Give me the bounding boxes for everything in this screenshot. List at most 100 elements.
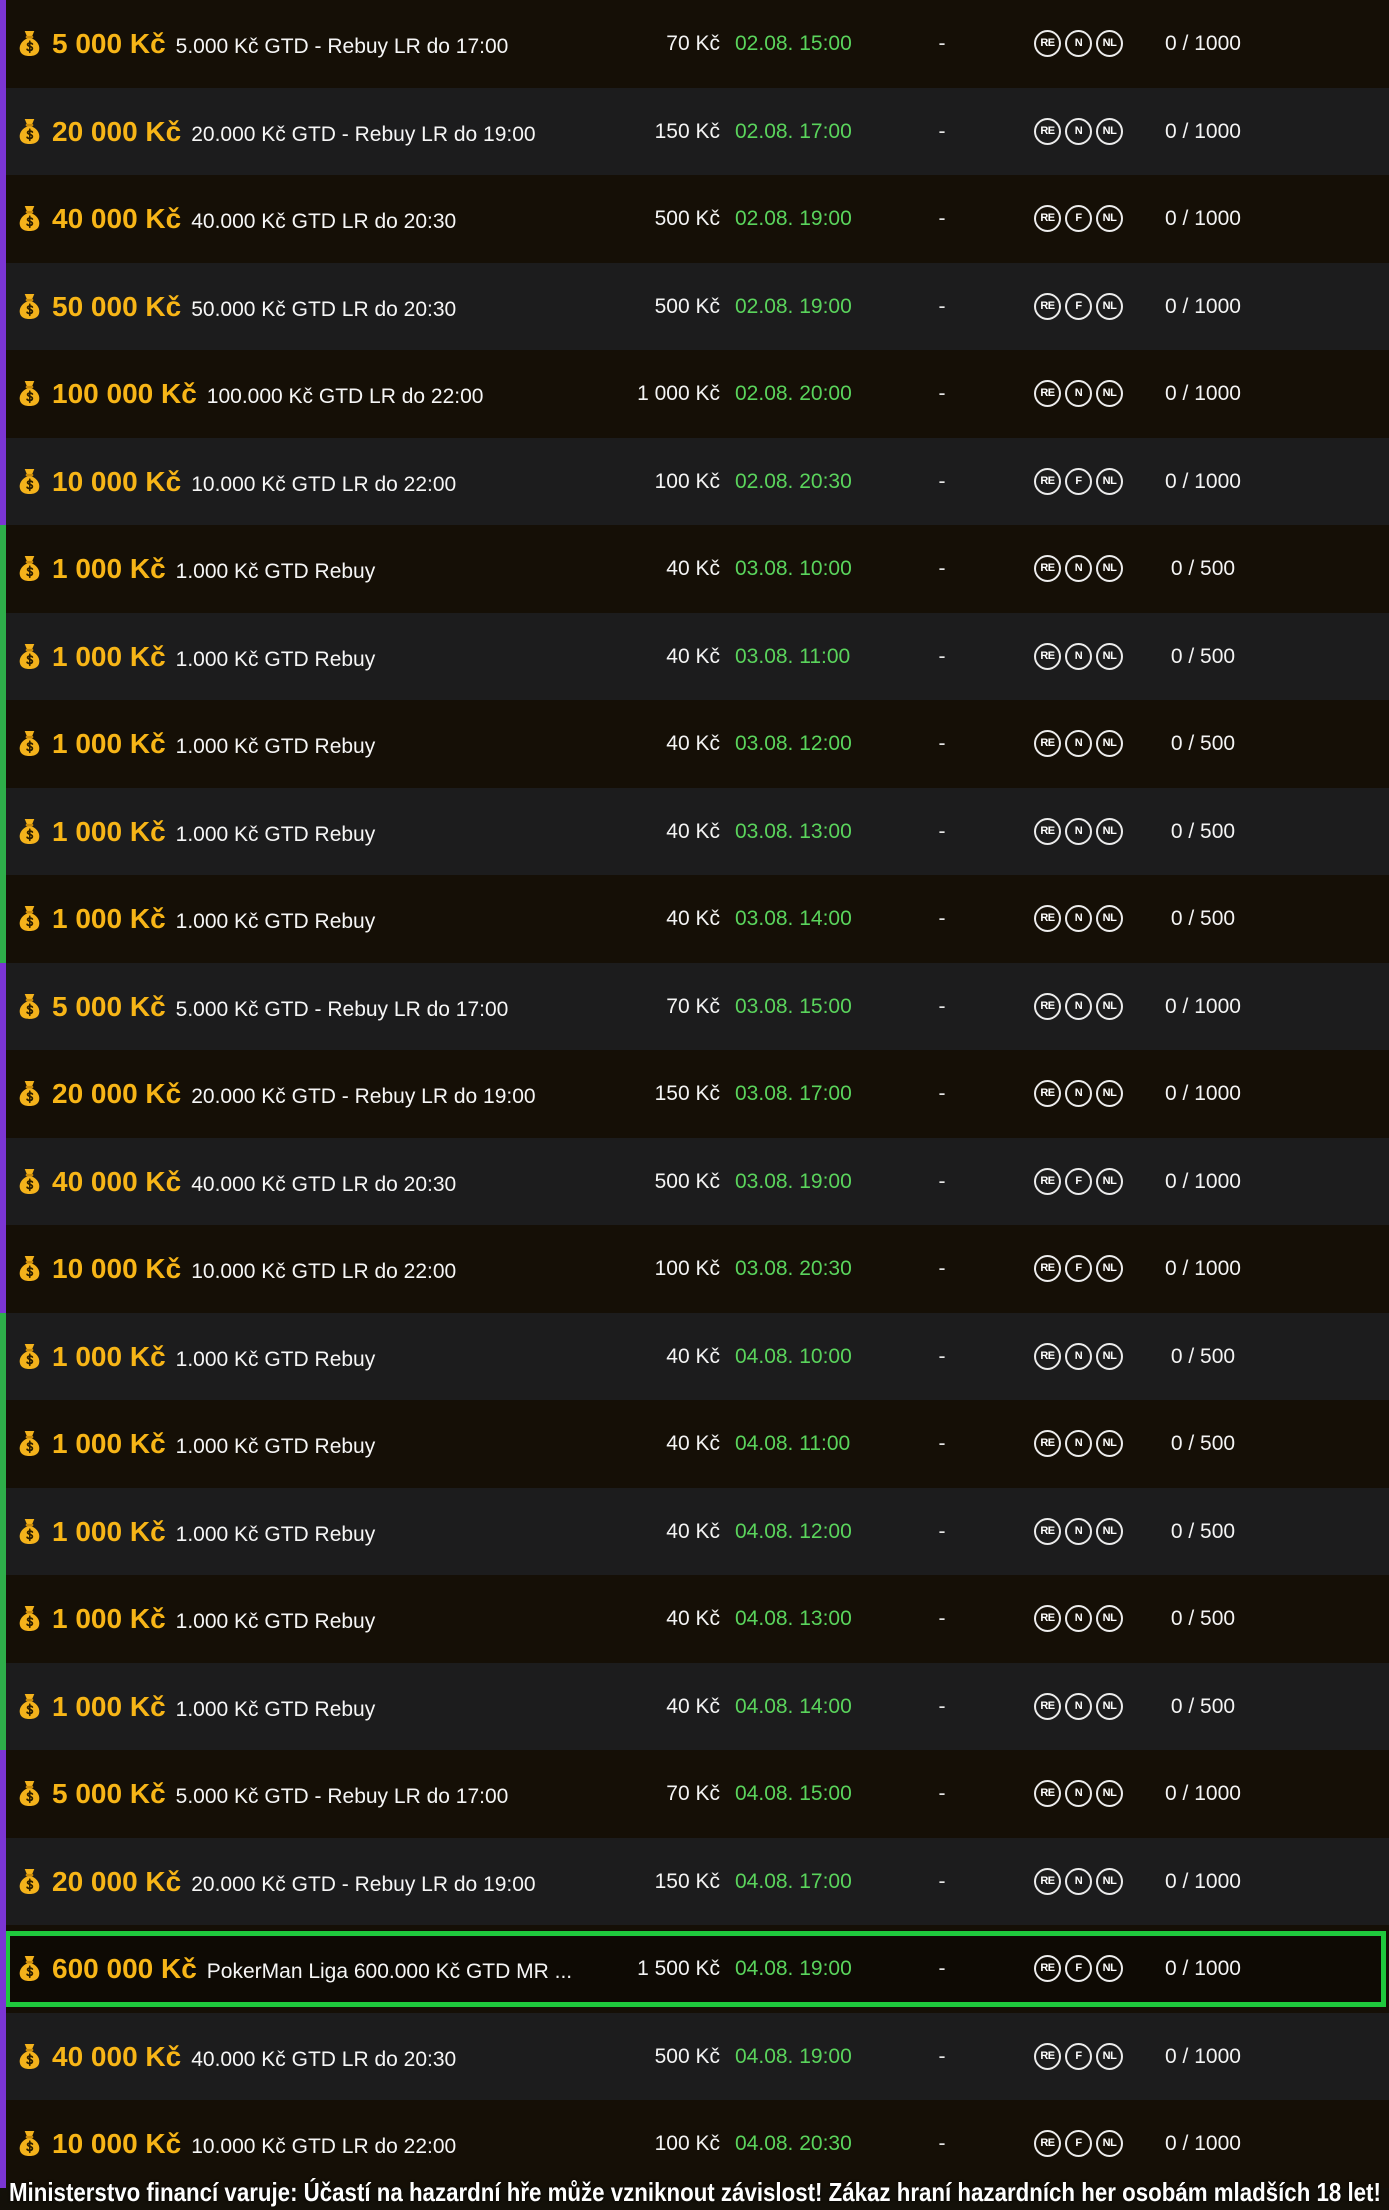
start-time: 02.08. 19:00 bbox=[735, 207, 852, 230]
tournament-name: 1.000 Kč GTD Rebuy bbox=[175, 1697, 376, 1721]
badge-f-icon: F bbox=[1065, 292, 1092, 320]
start-time: 04.08. 11:00 bbox=[735, 1432, 851, 1455]
tournament-row[interactable]: 1 000 Kč 1.000 Kč GTD Rebuy 40 Kč 03.08. … bbox=[0, 525, 1389, 613]
badge-nl-icon: NL bbox=[1096, 467, 1123, 495]
game-type-badges: RE F NL bbox=[1034, 1955, 1123, 1982]
registered-seats: 0 / 1000 bbox=[1165, 1782, 1241, 1805]
game-type-badges: RE F NL bbox=[1034, 2042, 1123, 2070]
badge-n-icon: N bbox=[1065, 1867, 1092, 1895]
registered-seats: 0 / 1000 bbox=[1165, 382, 1241, 405]
tournament-row[interactable]: 5 000 Kč 5.000 Kč GTD - Rebuy LR do 17:00… bbox=[0, 1750, 1389, 1838]
start-time: 03.08. 19:00 bbox=[735, 1169, 852, 1193]
tournament-row[interactable]: 5 000 Kč 5.000 Kč GTD - Rebuy LR do 17:00… bbox=[0, 0, 1389, 88]
game-type-badges: RE N NL bbox=[1034, 992, 1123, 1020]
badge-re-icon: RE bbox=[1034, 1955, 1061, 1982]
late-registration: - bbox=[938, 294, 946, 318]
late-registration: - bbox=[938, 557, 946, 580]
tournament-name: 50.000 Kč GTD LR do 20:30 bbox=[191, 297, 457, 321]
registered-seats: 0 / 500 bbox=[1170, 1607, 1236, 1630]
tournament-title: 40 000 Kč 40.000 Kč GTD LR do 20:30 bbox=[52, 2013, 456, 2101]
late-registration: - bbox=[938, 1782, 946, 1805]
badge-n-icon: N bbox=[1065, 30, 1092, 57]
buy-in: 70 Kč bbox=[666, 32, 720, 55]
tournament-row[interactable]: 20 000 Kč 20.000 Kč GTD - Rebuy LR do 19:… bbox=[0, 87, 1389, 175]
badge-re-icon: RE bbox=[1034, 905, 1061, 932]
game-type-badges: RE F NL bbox=[1034, 205, 1123, 232]
money-bag-icon bbox=[18, 1430, 41, 1457]
start-time: 02.08. 17:00 bbox=[735, 119, 852, 143]
tournament-row[interactable]: 1 000 Kč 1.000 Kč GTD Rebuy 40 Kč 04.08. … bbox=[0, 1487, 1389, 1575]
tournament-row[interactable]: 5 000 Kč 5.000 Kč GTD - Rebuy LR do 17:00… bbox=[0, 962, 1389, 1050]
tournament-row[interactable]: 1 000 Kč 1.000 Kč GTD Rebuy 40 Kč 04.08. … bbox=[0, 1575, 1389, 1663]
buy-in: 500 Kč bbox=[654, 294, 720, 318]
buy-in: 40 Kč bbox=[666, 732, 720, 755]
tournament-row[interactable]: 40 000 Kč 40.000 Kč GTD LR do 20:30 500 K… bbox=[0, 1137, 1389, 1225]
registered-seats: 0 / 1000 bbox=[1165, 32, 1241, 55]
badge-nl-icon: NL bbox=[1096, 1867, 1123, 1895]
guarantee-amount: 40 000 Kč bbox=[52, 203, 182, 234]
tournament-row[interactable]: 1 000 Kč 1.000 Kč GTD Rebuy 40 Kč 03.08. … bbox=[0, 700, 1389, 788]
tournament-row[interactable]: 10 000 Kč 10.000 Kč GTD LR do 22:00 100 K… bbox=[0, 437, 1389, 525]
money-bag-icon bbox=[18, 205, 41, 232]
game-type-badges: RE N NL bbox=[1034, 30, 1123, 57]
start-time: 03.08. 15:00 bbox=[735, 994, 852, 1018]
badge-re-icon: RE bbox=[1034, 555, 1061, 582]
guarantee-amount: 1 000 Kč bbox=[52, 815, 166, 847]
buy-in: 150 Kč bbox=[654, 119, 720, 143]
row-category-bar bbox=[0, 437, 6, 525]
buy-in: 100 Kč bbox=[654, 469, 720, 493]
badge-nl-icon: NL bbox=[1096, 2130, 1123, 2157]
registered-seats: 0 / 1000 bbox=[1165, 1957, 1241, 1980]
game-type-badges: RE N NL bbox=[1034, 905, 1123, 932]
badge-f-icon: F bbox=[1065, 1255, 1092, 1282]
tournament-name: 20.000 Kč GTD - Rebuy LR do 19:00 bbox=[191, 1085, 536, 1108]
start-time: 04.08. 17:00 bbox=[735, 1869, 852, 1893]
game-type-badges: RE N NL bbox=[1034, 1430, 1123, 1457]
tournament-name: 1.000 Kč GTD Rebuy bbox=[175, 647, 376, 671]
tournament-name: 20.000 Kč GTD - Rebuy LR do 19:00 bbox=[191, 122, 536, 146]
guarantee-amount: 1 000 Kč bbox=[52, 1515, 166, 1547]
tournament-row[interactable]: 1 000 Kč 1.000 Kč GTD Rebuy 40 Kč 03.08. … bbox=[0, 875, 1389, 963]
tournament-row[interactable]: 10 000 Kč 10.000 Kč GTD LR do 22:00 100 K… bbox=[0, 1225, 1389, 1313]
money-bag-icon bbox=[18, 1868, 41, 1895]
buy-in: 40 Kč bbox=[666, 907, 720, 930]
late-registration: - bbox=[938, 207, 946, 230]
badge-nl-icon: NL bbox=[1096, 117, 1123, 145]
money-bag-icon bbox=[18, 993, 41, 1020]
game-type-badges: RE F NL bbox=[1034, 292, 1123, 320]
badge-re-icon: RE bbox=[1034, 1780, 1061, 1807]
row-category-bar bbox=[0, 1575, 6, 1663]
buy-in: 150 Kč bbox=[654, 1869, 720, 1893]
tournament-row[interactable]: 50 000 Kč 50.000 Kč GTD LR do 20:30 500 K… bbox=[0, 262, 1389, 350]
row-category-bar bbox=[0, 787, 6, 875]
tournament-row[interactable]: 1 000 Kč 1.000 Kč GTD Rebuy 40 Kč 04.08. … bbox=[0, 1400, 1389, 1488]
tournament-row[interactable]: 1 000 Kč 1.000 Kč GTD Rebuy 40 Kč 03.08. … bbox=[0, 612, 1389, 700]
tournament-row[interactable]: 20 000 Kč 20.000 Kč GTD - Rebuy LR do 19:… bbox=[0, 1837, 1389, 1925]
tournament-row[interactable]: 20 000 Kč 20.000 Kč GTD - Rebuy LR do 19:… bbox=[0, 1050, 1389, 1138]
tournament-row[interactable]: 100 000 Kč 100.000 Kč GTD LR do 22:00 1 0… bbox=[0, 350, 1389, 438]
row-category-bar bbox=[0, 1050, 6, 1138]
money-bag-icon bbox=[18, 1605, 41, 1632]
tournament-row[interactable]: 1 000 Kč 1.000 Kč GTD Rebuy 40 Kč 04.08. … bbox=[0, 1312, 1389, 1400]
start-time: 04.08. 19:00 bbox=[735, 1957, 852, 1980]
tournament-row[interactable]: 40 000 Kč 40.000 Kč GTD LR do 20:30 500 K… bbox=[0, 2012, 1389, 2101]
buy-in: 500 Kč bbox=[654, 207, 720, 230]
tournament-title: 1 000 Kč 1.000 Kč GTD Rebuy bbox=[52, 700, 375, 788]
guarantee-amount: 10 000 Kč bbox=[52, 1253, 182, 1284]
guarantee-amount: 40 000 Kč bbox=[52, 1165, 182, 1197]
row-category-bar bbox=[0, 1837, 6, 1925]
tournament-row-selected[interactable]: 600 000 Kč PokerMan Liga 600.000 Kč GTD M… bbox=[0, 1925, 1389, 2013]
tournament-title: 20 000 Kč 20.000 Kč GTD - Rebuy LR do 19:… bbox=[52, 1050, 536, 1138]
tournament-row[interactable]: 1 000 Kč 1.000 Kč GTD Rebuy 40 Kč 04.08. … bbox=[0, 1662, 1389, 1750]
badge-nl-icon: NL bbox=[1096, 555, 1123, 582]
tournament-row[interactable]: 40 000 Kč 40.000 Kč GTD LR do 20:30 500 K… bbox=[0, 175, 1389, 263]
badge-re-icon: RE bbox=[1034, 117, 1061, 145]
money-bag-icon bbox=[18, 118, 41, 145]
late-registration: - bbox=[938, 644, 946, 668]
badge-nl-icon: NL bbox=[1096, 992, 1123, 1020]
guarantee-amount: 10 000 Kč bbox=[52, 465, 182, 497]
late-registration: - bbox=[938, 819, 946, 843]
game-type-badges: RE N NL bbox=[1034, 1780, 1123, 1807]
tournament-row[interactable]: 1 000 Kč 1.000 Kč GTD Rebuy 40 Kč 03.08. … bbox=[0, 787, 1389, 875]
registered-seats: 0 / 1000 bbox=[1165, 1082, 1241, 1105]
